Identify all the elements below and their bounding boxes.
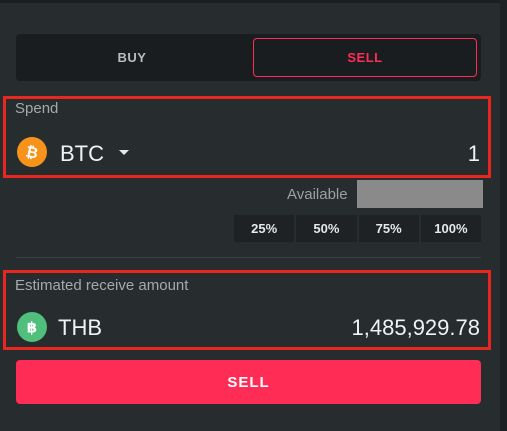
svg-text:₿: ₿ — [24, 143, 40, 161]
spend-currency[interactable]: BTC — [60, 141, 104, 167]
thb-coin-icon: ฿ — [17, 312, 47, 342]
percent-buttons: 25% 50% 75% 100% — [234, 215, 481, 242]
sell-button[interactable]: SELL — [16, 360, 481, 404]
buy-sell-toggle: BUY SELL — [16, 34, 481, 81]
spend-label: Spend — [15, 100, 59, 117]
right-edge — [500, 0, 507, 431]
available-balance-redacted — [357, 180, 483, 208]
spend-amount-input[interactable]: 1 — [468, 141, 480, 167]
svg-text:฿: ฿ — [27, 319, 37, 337]
receive-amount: 1,485,929.78 — [351, 315, 480, 340]
available-label: Available — [287, 186, 348, 203]
buy-tab[interactable]: BUY — [20, 38, 244, 77]
divider — [16, 257, 481, 258]
sell-tab[interactable]: SELL — [253, 38, 477, 77]
percent-50-button[interactable]: 50% — [296, 215, 357, 242]
top-border — [0, 0, 507, 3]
receive-label: Estimated receive amount — [15, 277, 189, 294]
receive-currency: THB — [58, 315, 102, 340]
percent-25-button[interactable]: 25% — [234, 215, 295, 242]
chevron-down-icon[interactable] — [119, 150, 129, 155]
percent-100-button[interactable]: 100% — [420, 215, 481, 242]
bitcoin-icon: ₿ — [17, 137, 47, 167]
percent-75-button[interactable]: 75% — [358, 215, 419, 242]
